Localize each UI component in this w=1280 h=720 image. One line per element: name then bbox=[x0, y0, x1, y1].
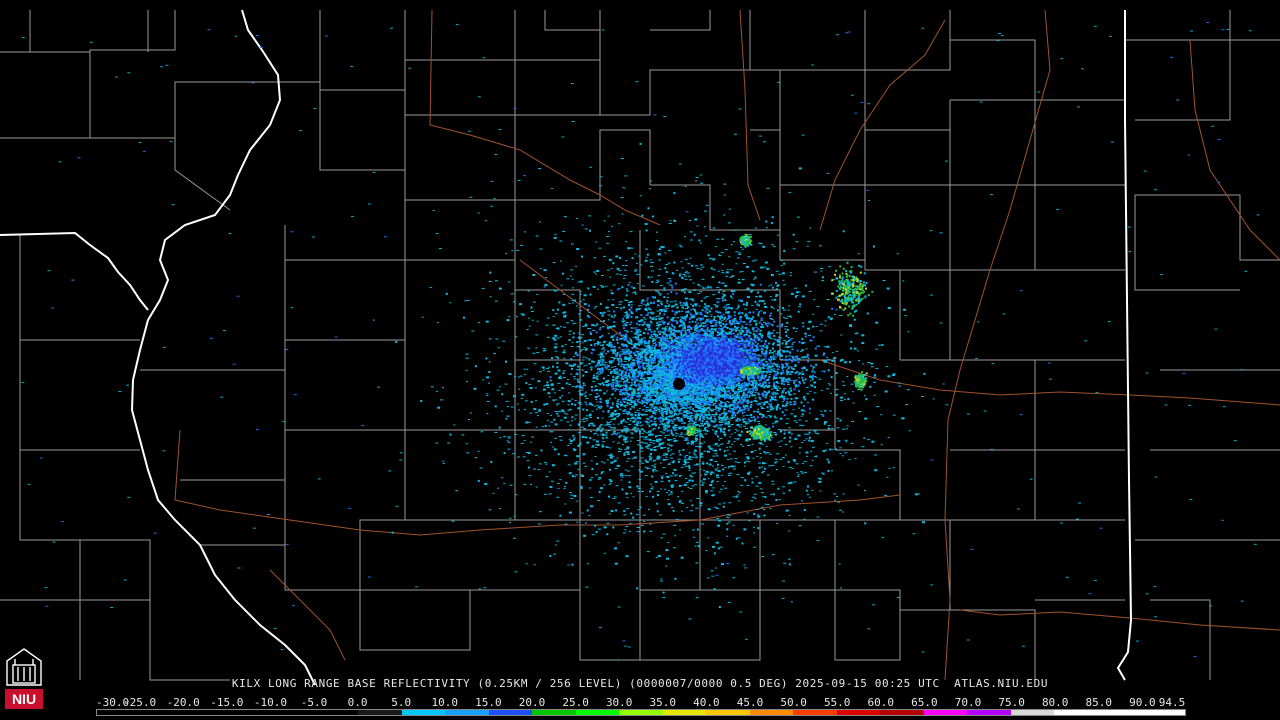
colorbar-segment bbox=[314, 710, 359, 715]
colorbar-tick-label: -25.0 bbox=[123, 696, 157, 709]
reflectivity-colorbar bbox=[96, 709, 1186, 716]
colorbar-tick-label: 80.0 bbox=[1041, 696, 1069, 709]
colorbar-tick-label: 20.0 bbox=[518, 696, 546, 709]
colorbar-tick-label: 70.0 bbox=[954, 696, 982, 709]
colorbar-tick-label: 45.0 bbox=[736, 696, 764, 709]
colorbar-tick-label: 15.0 bbox=[475, 696, 502, 709]
colorbar-segment bbox=[140, 710, 185, 715]
colorbar-segment bbox=[575, 710, 620, 715]
colorbar-tick-label: -15.0 bbox=[210, 696, 244, 709]
colorbar-segment bbox=[836, 710, 881, 715]
colorbar-segment bbox=[793, 710, 837, 715]
colorbar-segment bbox=[880, 710, 924, 715]
colorbar-segment bbox=[97, 710, 141, 715]
colorbar-tick-label: 65.0 bbox=[911, 696, 938, 709]
radar-map[interactable] bbox=[0, 0, 1280, 720]
colorbar-tick-label: 90.0 bbox=[1129, 696, 1156, 709]
colorbar-segment bbox=[619, 710, 663, 715]
colorbar-tick-label: 60.0 bbox=[867, 696, 895, 709]
colorbar-tick-labels: -30.0 -25.0 -20.0 -15.0 -10.0 -5.0 0.0 5.0 10.0 1… bbox=[96, 696, 1186, 709]
colorbar-segment bbox=[662, 710, 707, 715]
colorbar-tick-label: -20.0 bbox=[166, 696, 200, 709]
colorbar-segment bbox=[923, 710, 968, 715]
colorbar-tick-label: 40.0 bbox=[693, 696, 720, 709]
niu-logo: NIU bbox=[5, 648, 43, 709]
colorbar-segment bbox=[488, 710, 533, 715]
colorbar-tick-label: 5.0 bbox=[391, 696, 412, 709]
colorbar-tick-label: -10.0 bbox=[253, 696, 287, 709]
colorbar-segment bbox=[1010, 710, 1055, 715]
colorbar-segment bbox=[749, 710, 794, 715]
product-title: KILX LONG RANGE BASE REFLECTIVITY (0.25K… bbox=[231, 677, 1049, 690]
colorbar-tick-label: 85.0 bbox=[1085, 696, 1113, 709]
colorbar-tick-label: 94.5 bbox=[1158, 696, 1186, 709]
colorbar-tick-label: 35.0 bbox=[649, 696, 677, 709]
colorbar-segment bbox=[1054, 710, 1098, 715]
colorbar-tick-label: 55.0 bbox=[823, 696, 851, 709]
colorbar-segment bbox=[967, 710, 1011, 715]
colorbar-tick-label: 25.0 bbox=[562, 696, 589, 709]
colorbar-segment bbox=[271, 710, 315, 715]
colorbar-tick-label: 50.0 bbox=[780, 696, 807, 709]
colorbar-tick-label: 10.0 bbox=[431, 696, 459, 709]
colorbar-tick-label: 0.0 bbox=[347, 696, 368, 709]
tower-shield-icon bbox=[6, 648, 42, 686]
colorbar-segment bbox=[401, 710, 446, 715]
radar-site-marker bbox=[673, 378, 685, 390]
colorbar-tick-label: -5.0 bbox=[300, 696, 328, 709]
colorbar-segment bbox=[1141, 710, 1185, 715]
colorbar-segment bbox=[184, 710, 228, 715]
colorbar-segment bbox=[358, 710, 402, 715]
colorbar-tick-label: 75.0 bbox=[998, 696, 1025, 709]
colorbar-segment bbox=[1097, 710, 1142, 715]
niu-logo-text: NIU bbox=[12, 691, 36, 707]
colorbar-segment bbox=[227, 710, 272, 715]
colorbar-tick-label: 30.0 bbox=[605, 696, 633, 709]
colorbar-segment bbox=[445, 710, 489, 715]
colorbar-segment bbox=[706, 710, 750, 715]
colorbar-segment bbox=[532, 710, 576, 715]
